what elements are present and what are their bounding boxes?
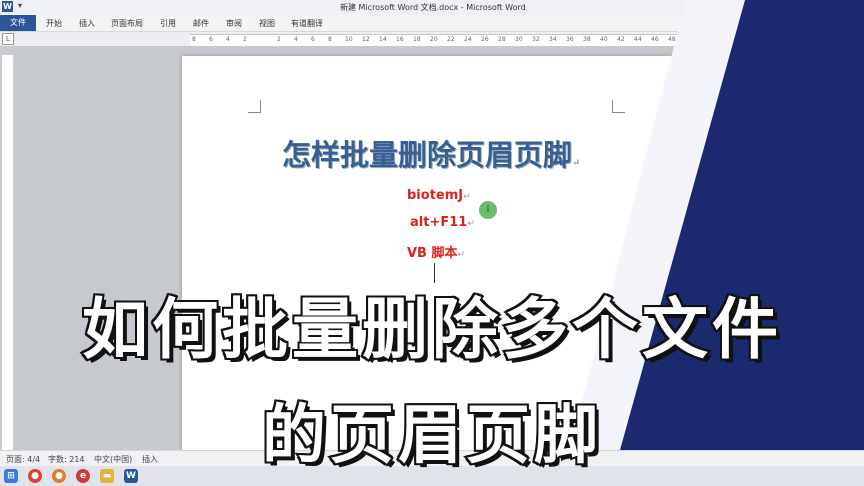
overlay-caption-line-1: 如何批量删除多个文件 (80, 289, 782, 370)
doc-line-text: biotemJ (407, 188, 464, 203)
ruler-tick: 8 (328, 36, 332, 43)
paragraph-mark: ↵ (467, 219, 475, 229)
doc-line-text: alt+F11 (410, 215, 468, 230)
ruler-tick: 42 (617, 36, 625, 43)
tab-youdao-translate[interactable]: 有道翻译 (291, 18, 323, 29)
window-title: 新建 Microsoft Word 文档.docx - Microsoft Wo… (340, 3, 526, 12)
doc-line-1[interactable]: biotemJ↵ (407, 188, 471, 203)
doc-line-3[interactable]: VB 脚本↵ (407, 242, 465, 261)
ruler-tick: 6 (209, 36, 213, 43)
tab-file[interactable]: 文件 (0, 15, 36, 31)
ruler-tick: 16 (396, 36, 404, 43)
ruler-tick: 48 (668, 36, 676, 43)
doc-line-text: VB 脚本 (407, 246, 458, 261)
ruler-tick: 14 (379, 36, 387, 43)
ruler-tick: 36 (566, 36, 574, 43)
document-heading[interactable]: 怎样批量删除页眉页脚↵ (282, 132, 612, 174)
ruler-tick: 10 (345, 36, 353, 43)
tab-home[interactable]: 开始 (46, 18, 62, 29)
tab-references[interactable]: 引用 (160, 18, 176, 29)
margin-corner-top-right (612, 100, 625, 113)
paragraph-mark: ↵ (457, 250, 466, 260)
ruler-tick: 46 (651, 36, 659, 43)
quick-access-dropdown-icon[interactable]: ▾ (18, 1, 22, 10)
ruler-tick: 20 (430, 36, 438, 43)
overlay-caption-line-2: 的页眉页脚 (260, 397, 602, 475)
ruler-tick: 8 (192, 36, 196, 43)
ruler-tick: 22 (447, 36, 455, 43)
tab-stop-selector[interactable]: L (2, 33, 14, 45)
doc-line-2[interactable]: alt+F11↵ (410, 215, 475, 230)
margin-corner-top-left (248, 100, 261, 113)
ruler-tick: 18 (413, 36, 421, 43)
mouse-cursor-icon: I (479, 201, 497, 219)
ruler-tick: 2 (277, 36, 281, 43)
ruler-tick: 2 (243, 36, 247, 43)
document-heading-text: 怎样批量删除页眉页脚 (282, 138, 573, 172)
ruler-tick: 4 (226, 36, 230, 43)
ruler-tick: 4 (294, 36, 298, 43)
ruler-tick: 34 (549, 36, 557, 43)
word-app-icon[interactable]: W (2, 1, 13, 12)
tab-view[interactable]: 视图 (259, 18, 275, 29)
ruler-tick: 30 (515, 36, 523, 43)
tab-page-layout[interactable]: 页面布局 (111, 18, 143, 29)
paragraph-mark: ↵ (463, 192, 471, 202)
tab-mailings[interactable]: 邮件 (193, 18, 209, 29)
ruler-tick: 28 (498, 36, 506, 43)
ruler-tick: 12 (362, 36, 370, 43)
tab-review[interactable]: 审阅 (226, 18, 242, 29)
ruler-tick: 24 (464, 36, 472, 43)
ruler-tick: 44 (634, 36, 642, 43)
paragraph-mark: ↵ (572, 158, 580, 168)
ruler-tick: 6 (311, 36, 315, 43)
tab-insert[interactable]: 插入 (79, 18, 95, 29)
ruler-tick: 26 (481, 36, 489, 43)
ruler-tick: 40 (600, 36, 608, 43)
ruler-tick: 32 (532, 36, 540, 43)
horizontal-ruler[interactable]: 8 6 4 2 2 4 6 8 10 12 14 16 18 20 22 24 26 28 30 32 34 36 38 40… (190, 34, 680, 47)
ruler-tick: 38 (583, 36, 591, 43)
